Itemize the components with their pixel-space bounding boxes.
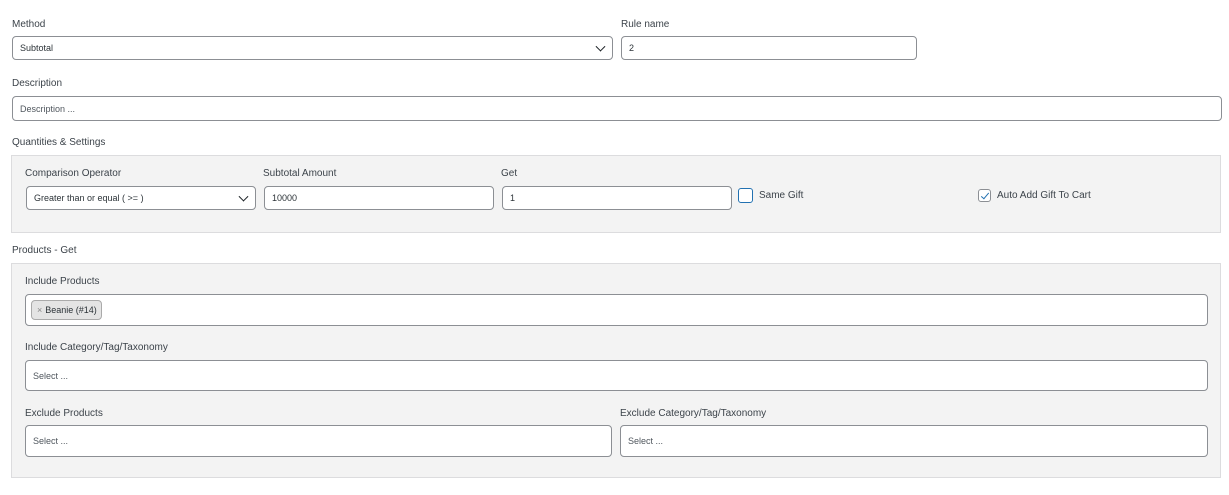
- include-products-label: Include Products: [25, 276, 100, 287]
- get-label: Get: [501, 168, 518, 179]
- rule-name-input[interactable]: 2: [621, 36, 917, 60]
- description-placeholder: Description ...: [20, 103, 76, 114]
- description-input[interactable]: Description ...: [12, 96, 1222, 121]
- products-get-section-label: Products - Get: [12, 245, 77, 256]
- exclude-category-placeholder: Select ...: [628, 436, 664, 446]
- exclude-category-label: Exclude Category/Tag/Taxonomy: [620, 408, 767, 419]
- product-tag-label: Beanie (#14): [45, 305, 97, 315]
- rule-name-label: Rule name: [621, 19, 670, 30]
- tag-remove-icon[interactable]: ×: [37, 305, 42, 315]
- method-select[interactable]: Subtotal: [12, 36, 613, 60]
- checkmark-icon: [980, 190, 989, 199]
- chevron-down-icon: [238, 191, 249, 202]
- auto-add-label: Auto Add Gift To Cart: [997, 190, 1091, 201]
- include-category-label: Include Category/Tag/Taxonomy: [25, 342, 168, 353]
- auto-add-checkbox[interactable]: [978, 189, 991, 202]
- comparison-operator-label: Comparison Operator: [25, 168, 122, 179]
- comparison-operator-select[interactable]: Greater than or equal ( >= ): [26, 186, 256, 210]
- method-label: Method: [12, 19, 46, 30]
- quantities-section-label: Quantities & Settings: [12, 137, 106, 148]
- get-input[interactable]: 1: [502, 186, 732, 210]
- same-gift-checkbox[interactable]: [738, 188, 753, 203]
- subtotal-amount-input[interactable]: 10000: [264, 186, 494, 210]
- description-label: Description: [12, 78, 63, 89]
- get-value: 1: [510, 193, 516, 203]
- exclude-products-select[interactable]: Select ...: [25, 425, 612, 457]
- method-value: Subtotal: [20, 43, 54, 53]
- exclude-products-label: Exclude Products: [25, 408, 103, 419]
- include-products-select[interactable]: × Beanie (#14): [25, 294, 1208, 326]
- subtotal-amount-value: 10000: [272, 193, 298, 203]
- comparison-operator-value: Greater than or equal ( >= ): [34, 193, 144, 203]
- rule-name-value: 2: [629, 43, 635, 53]
- include-category-select[interactable]: Select ...: [25, 360, 1208, 391]
- exclude-category-select[interactable]: Select ...: [620, 425, 1208, 457]
- include-category-placeholder: Select ...: [33, 370, 69, 381]
- product-tag-beanie: × Beanie (#14): [31, 300, 102, 320]
- subtotal-amount-label: Subtotal Amount: [263, 168, 337, 179]
- exclude-products-placeholder: Select ...: [33, 436, 69, 446]
- chevron-down-icon: [595, 41, 606, 52]
- same-gift-label: Same Gift: [759, 190, 804, 201]
